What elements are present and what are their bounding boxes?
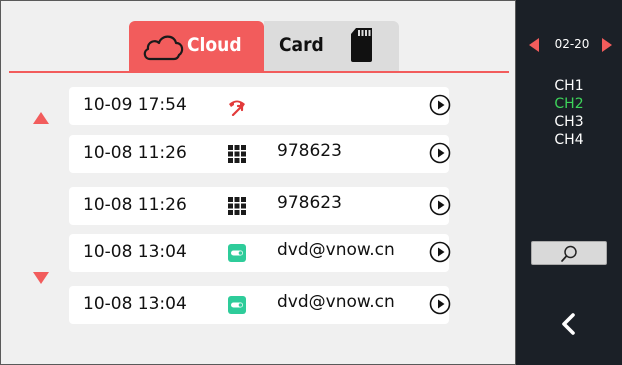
search-button[interactable] xyxy=(531,241,607,265)
record-row[interactable]: 10-08 11:26 978623 xyxy=(69,135,451,173)
card-swipe-icon xyxy=(228,296,246,314)
record-datetime: 10-09 17:54 xyxy=(83,95,187,115)
record-row[interactable]: 10-08 13:04 dvd@vnow.cn xyxy=(69,286,451,324)
card-swipe-icon xyxy=(228,244,246,262)
play-icon[interactable] xyxy=(429,94,451,116)
tab-card-label: Card xyxy=(279,34,324,56)
play-icon[interactable] xyxy=(429,241,451,263)
keypad-icon xyxy=(228,145,246,163)
record-datetime: 10-08 13:04 xyxy=(83,242,187,262)
keypad-icon xyxy=(228,197,246,215)
record-datetime: 10-08 11:26 xyxy=(83,195,187,215)
record-row[interactable]: 10-08 13:04 dvd@vnow.cn xyxy=(69,234,451,272)
next-date-arrow-icon[interactable] xyxy=(601,37,613,53)
play-icon[interactable] xyxy=(429,194,451,216)
play-icon[interactable] xyxy=(429,293,451,315)
current-date: 02-20 xyxy=(554,37,590,51)
tab-underline xyxy=(9,71,509,73)
play-icon[interactable] xyxy=(429,142,451,164)
record-info: 978623 xyxy=(277,141,342,161)
tab-cloud-label: Cloud xyxy=(187,34,242,56)
record-info: dvd@vnow.cn xyxy=(277,292,395,312)
channel-list: CH1 CH2 CH3 CH4 xyxy=(516,77,622,149)
record-datetime: 10-08 11:26 xyxy=(83,143,187,163)
record-row[interactable]: 10-09 17:54 xyxy=(69,87,451,125)
record-info: 978623 xyxy=(277,193,342,213)
back-chevron-icon[interactable] xyxy=(560,312,576,336)
record-info: dvd@vnow.cn xyxy=(277,240,395,260)
sd-card-icon xyxy=(351,28,372,62)
record-row[interactable]: 10-08 11:26 978623 xyxy=(69,187,451,225)
previous-date-arrow-icon[interactable] xyxy=(528,37,540,53)
record-datetime: 10-08 13:04 xyxy=(83,294,187,314)
search-icon xyxy=(561,245,577,262)
channel-ch1[interactable]: CH1 xyxy=(516,77,622,95)
tab-card[interactable]: Card xyxy=(264,21,399,71)
tab-cloud[interactable]: Cloud xyxy=(129,21,264,71)
date-navigator: 02-20 xyxy=(516,33,622,57)
sidebar: 02-20 CH1 CH2 CH3 CH4 xyxy=(516,0,622,365)
page-up-arrow-icon[interactable] xyxy=(32,111,50,125)
source-tabs: Cloud Card xyxy=(129,21,399,71)
missed-call-icon xyxy=(229,100,245,116)
cloud-icon xyxy=(143,35,184,61)
channel-ch3[interactable]: CH3 xyxy=(516,113,622,131)
channel-ch2[interactable]: CH2 xyxy=(516,95,622,113)
record-list-panel: Cloud Card 10-09 17:54 10-08 11:26 97862… xyxy=(0,0,516,365)
channel-ch4[interactable]: CH4 xyxy=(516,131,622,149)
page-down-arrow-icon[interactable] xyxy=(32,271,50,285)
